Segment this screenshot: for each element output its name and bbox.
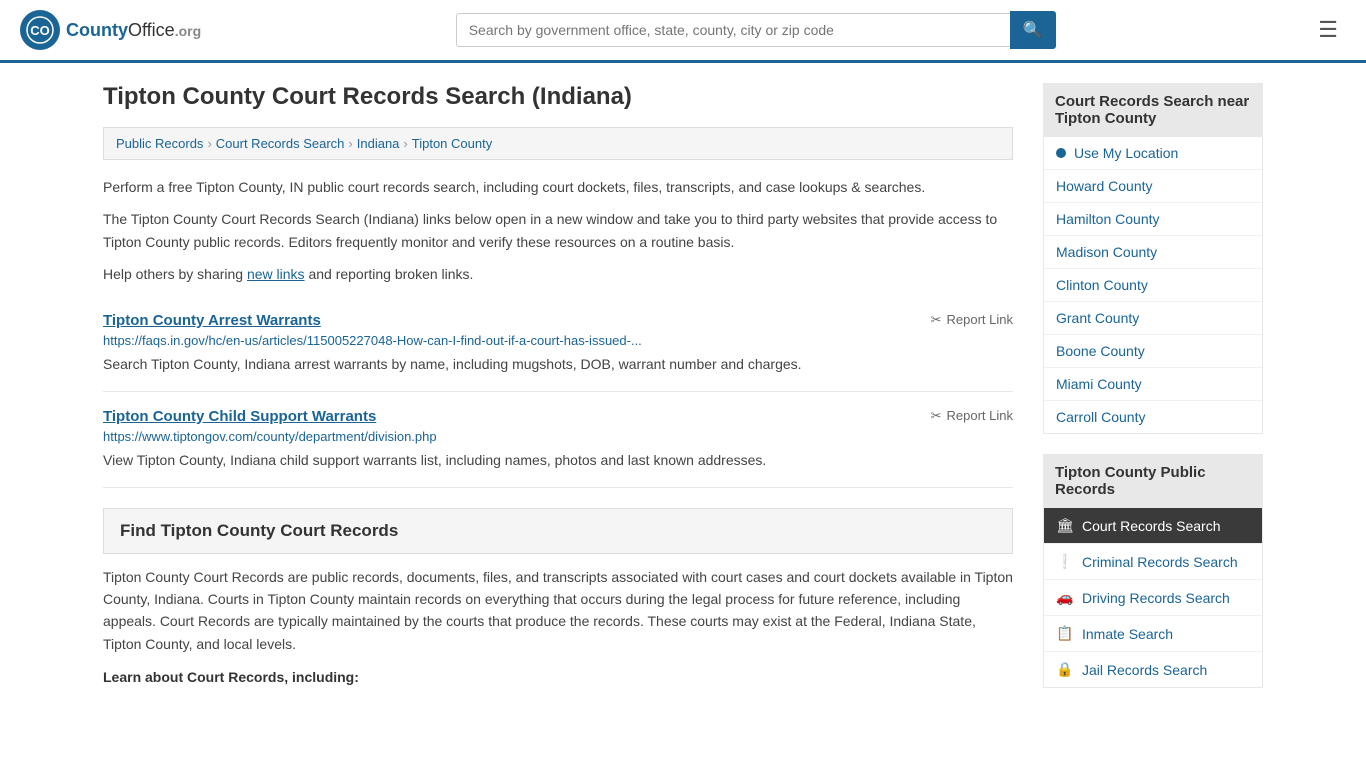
public-records-header: Tipton County Public Records xyxy=(1043,454,1263,508)
grant-county-link[interactable]: Grant County xyxy=(1056,310,1139,326)
record-desc-1: Search Tipton County, Indiana arrest war… xyxy=(103,354,1013,375)
court-records-icon: 🏛 xyxy=(1056,517,1074,534)
header: CO CountyOffice.org 🔍 ☰ xyxy=(0,0,1366,63)
report-icon-1: ✂ xyxy=(931,312,942,328)
nearby-county-carroll[interactable]: Carroll County xyxy=(1044,401,1262,433)
search-input[interactable] xyxy=(456,13,1010,47)
search-area: 🔍 xyxy=(456,11,1056,49)
use-my-location-item[interactable]: Use My Location xyxy=(1044,137,1262,170)
pub-rec-driving-records[interactable]: 🚗 Driving Records Search xyxy=(1043,580,1263,616)
public-records-box: Tipton County Public Records 🏛 Court Rec… xyxy=(1043,454,1263,688)
page-title: Tipton County Court Records Search (Indi… xyxy=(103,83,1013,111)
description-2: The Tipton County Court Records Search (… xyxy=(103,208,1013,253)
court-records-label: Court Records Search xyxy=(1082,518,1221,534)
nearby-county-madison[interactable]: Madison County xyxy=(1044,236,1262,269)
record-url-2[interactable]: https://www.tiptongov.com/county/departm… xyxy=(103,429,1013,444)
logo-icon: CO xyxy=(20,10,60,50)
report-link-2[interactable]: ✂ Report Link xyxy=(931,408,1013,424)
pub-rec-inmate-search[interactable]: 📋 Inmate Search xyxy=(1043,616,1263,652)
hamilton-county-link[interactable]: Hamilton County xyxy=(1056,211,1160,227)
sidebar: Court Records Search near Tipton County … xyxy=(1043,83,1263,708)
location-dot-icon xyxy=(1056,148,1066,158)
jail-records-label: Jail Records Search xyxy=(1082,662,1207,678)
breadcrumb-sep-3: › xyxy=(403,136,407,151)
breadcrumb-indiana[interactable]: Indiana xyxy=(357,136,400,151)
pub-rec-court-records[interactable]: 🏛 Court Records Search xyxy=(1043,508,1263,544)
nearby-county-clinton[interactable]: Clinton County xyxy=(1044,269,1262,302)
nearby-county-howard[interactable]: Howard County xyxy=(1044,170,1262,203)
record-title-2[interactable]: Tipton County Child Support Warrants xyxy=(103,408,376,425)
nearby-list: Use My Location Howard County Hamilton C… xyxy=(1043,137,1263,434)
record-header: Tipton County Arrest Warrants ✂ Report L… xyxy=(103,312,1013,329)
pub-rec-jail-records[interactable]: 🔒 Jail Records Search xyxy=(1043,652,1263,688)
breadcrumb-tipton[interactable]: Tipton County xyxy=(412,136,492,151)
madison-county-link[interactable]: Madison County xyxy=(1056,244,1157,260)
nearby-counties-box: Court Records Search near Tipton County … xyxy=(1043,83,1263,434)
record-title-1[interactable]: Tipton County Arrest Warrants xyxy=(103,312,321,329)
inmate-search-icon: 📋 xyxy=(1056,625,1074,642)
logo-text: CountyOffice.org xyxy=(66,20,201,41)
new-links-link[interactable]: new links xyxy=(247,266,305,282)
record-item: Tipton County Child Support Warrants ✂ R… xyxy=(103,392,1013,488)
driving-records-label: Driving Records Search xyxy=(1082,590,1230,606)
howard-county-link[interactable]: Howard County xyxy=(1056,178,1153,194)
breadcrumb-court-records[interactable]: Court Records Search xyxy=(216,136,345,151)
boone-county-link[interactable]: Boone County xyxy=(1056,343,1145,359)
pub-rec-criminal-records[interactable]: ❕ Criminal Records Search xyxy=(1043,544,1263,580)
description-3: Help others by sharing new links and rep… xyxy=(103,263,1013,285)
miami-county-link[interactable]: Miami County xyxy=(1056,376,1142,392)
find-section-box: Find Tipton County Court Records xyxy=(103,508,1013,554)
find-section-body: Tipton County Court Records are public r… xyxy=(103,566,1013,656)
report-link-1[interactable]: ✂ Report Link xyxy=(931,312,1013,328)
breadcrumb: Public Records › Court Records Search › … xyxy=(103,127,1013,160)
use-my-location-link[interactable]: Use My Location xyxy=(1074,145,1178,161)
breadcrumb-sep-1: › xyxy=(207,136,211,151)
nearby-county-boone[interactable]: Boone County xyxy=(1044,335,1262,368)
main-container: Tipton County Court Records Search (Indi… xyxy=(83,63,1283,728)
jail-records-icon: 🔒 xyxy=(1056,661,1074,678)
nearby-county-grant[interactable]: Grant County xyxy=(1044,302,1262,335)
menu-button[interactable]: ☰ xyxy=(1310,13,1346,47)
nearby-header: Court Records Search near Tipton County xyxy=(1043,83,1263,137)
inmate-search-label: Inmate Search xyxy=(1082,626,1173,642)
find-section-title: Find Tipton County Court Records xyxy=(120,521,996,541)
svg-text:CO: CO xyxy=(30,23,50,38)
breadcrumb-sep-2: › xyxy=(348,136,352,151)
nearby-county-hamilton[interactable]: Hamilton County xyxy=(1044,203,1262,236)
record-header: Tipton County Child Support Warrants ✂ R… xyxy=(103,408,1013,425)
report-icon-2: ✂ xyxy=(931,408,942,424)
carroll-county-link[interactable]: Carroll County xyxy=(1056,409,1145,425)
logo-area: CO CountyOffice.org xyxy=(20,10,201,50)
criminal-records-label: Criminal Records Search xyxy=(1082,554,1238,570)
breadcrumb-public-records[interactable]: Public Records xyxy=(116,136,203,151)
record-item: Tipton County Arrest Warrants ✂ Report L… xyxy=(103,296,1013,392)
driving-records-icon: 🚗 xyxy=(1056,589,1074,606)
nearby-county-miami[interactable]: Miami County xyxy=(1044,368,1262,401)
content-area: Tipton County Court Records Search (Indi… xyxy=(103,83,1013,708)
learn-title: Learn about Court Records, including: xyxy=(103,669,1013,685)
description-1: Perform a free Tipton County, IN public … xyxy=(103,176,1013,198)
search-button[interactable]: 🔍 xyxy=(1010,11,1056,49)
record-desc-2: View Tipton County, Indiana child suppor… xyxy=(103,450,1013,471)
record-url-1[interactable]: https://faqs.in.gov/hc/en-us/articles/11… xyxy=(103,333,1013,348)
criminal-records-icon: ❕ xyxy=(1056,553,1074,570)
clinton-county-link[interactable]: Clinton County xyxy=(1056,277,1148,293)
